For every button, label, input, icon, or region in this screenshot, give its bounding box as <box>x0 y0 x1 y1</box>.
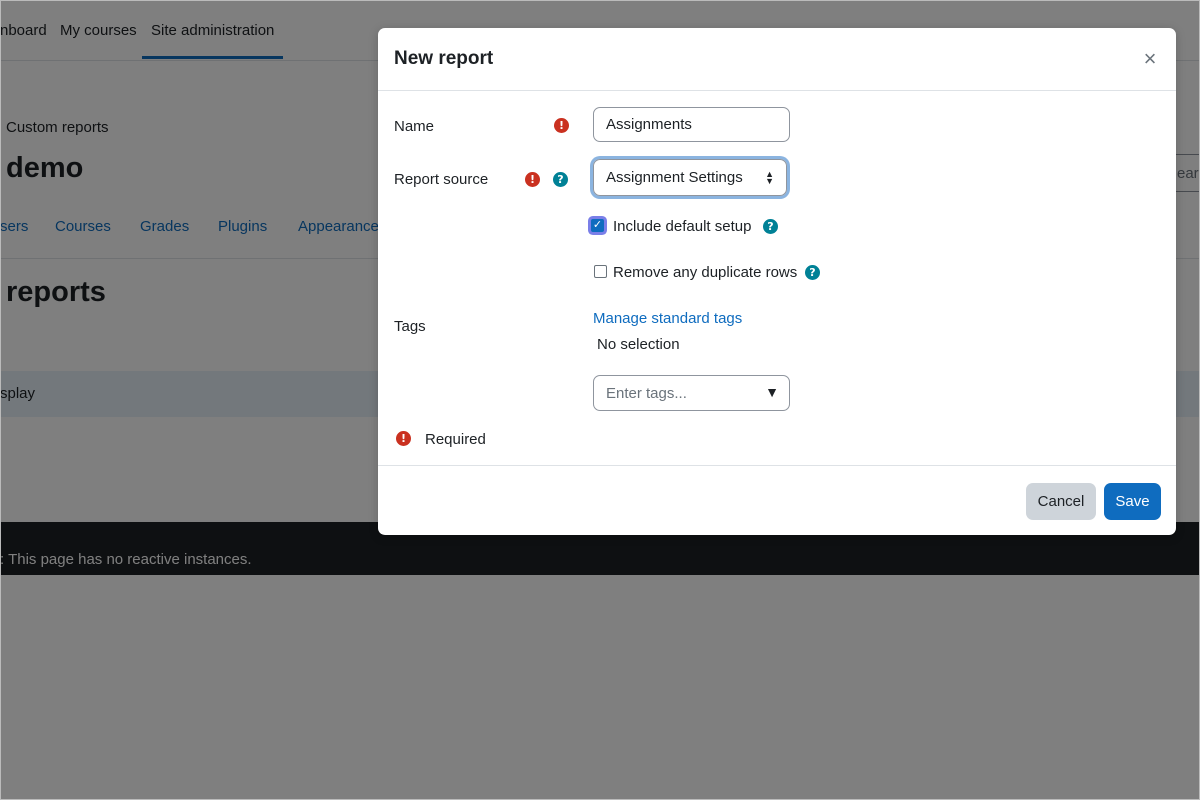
modal-title: New report <box>394 48 494 69</box>
name-label: Name <box>394 118 435 135</box>
question-circle-icon[interactable]: ? <box>805 265 820 280</box>
exclamation-circle-icon: ! <box>396 431 411 446</box>
manage-standard-tags-link[interactable]: Manage standard tags <box>593 310 742 327</box>
include-default-label: Include default setup <box>613 218 752 235</box>
remove-duplicates-checkbox[interactable] <box>594 265 607 278</box>
report-source-select[interactable]: Assignment Settings ▲ ▼ <box>593 159 787 196</box>
modal-header: New report × <box>378 28 1176 91</box>
report-source-value: Assignment Settings <box>606 169 743 186</box>
tags-input[interactable]: Enter tags... ▼ <box>593 375 790 411</box>
question-circle-icon[interactable]: ? <box>763 219 778 234</box>
exclamation-circle-icon: ! <box>554 118 569 133</box>
dropdown-arrow-icon[interactable]: ▼ <box>765 384 779 400</box>
report-source-label: Report source <box>394 171 489 188</box>
new-report-dialog: New report × Name ! Assignments Report s… <box>378 28 1176 535</box>
close-icon[interactable]: × <box>1140 48 1160 70</box>
tags-placeholder: Enter tags... <box>606 385 687 402</box>
select-arrows-icon: ▲ ▼ <box>765 169 774 186</box>
tags-label: Tags <box>394 318 426 335</box>
required-note: Required <box>425 431 486 448</box>
question-circle-icon[interactable]: ? <box>553 172 568 187</box>
cancel-button[interactable]: Cancel <box>1026 483 1096 520</box>
include-default-checkbox[interactable]: ✓ <box>591 219 604 232</box>
save-button[interactable]: Save <box>1104 483 1161 520</box>
name-field[interactable]: Assignments <box>593 107 790 142</box>
tags-selection: No selection <box>597 336 680 353</box>
modal-footer-divider <box>378 465 1176 466</box>
exclamation-circle-icon: ! <box>525 172 540 187</box>
remove-duplicates-label: Remove any duplicate rows <box>613 264 798 281</box>
